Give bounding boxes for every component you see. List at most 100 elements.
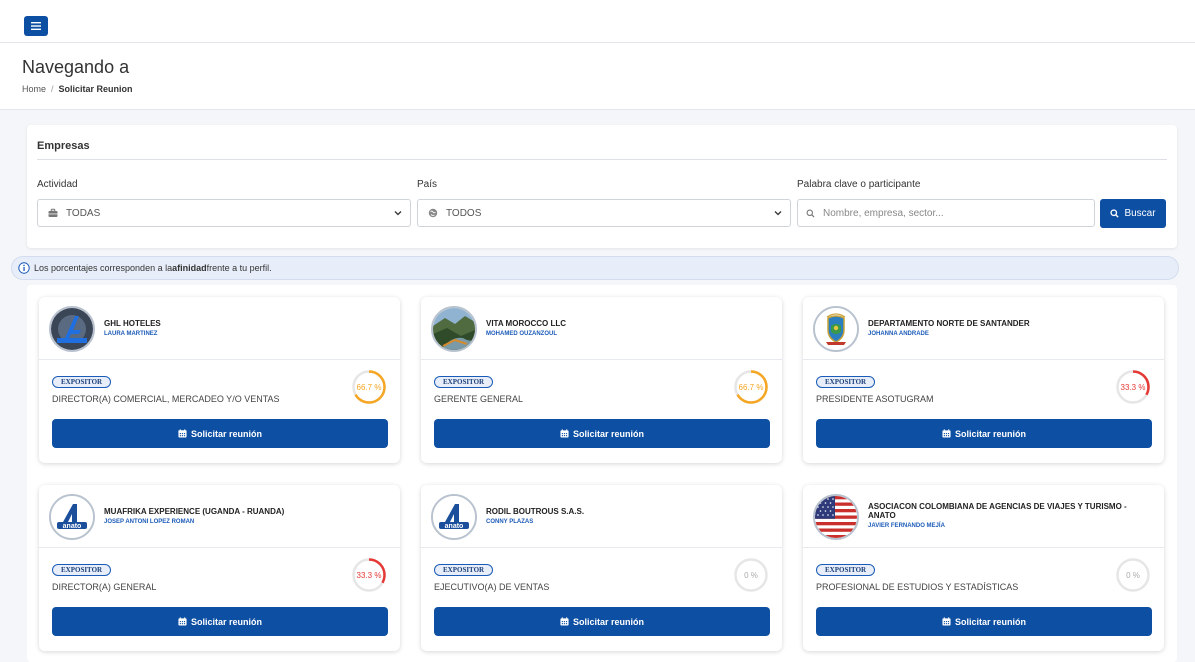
company-card: anato MUAFRIKA EXPERIENCE (UGANDA - RUAN… [39, 485, 400, 651]
card-divider [421, 359, 782, 360]
company-logo [813, 306, 859, 352]
card-divider [803, 547, 1164, 548]
chevron-down-icon [774, 211, 782, 216]
company-name: ASOCIACON COLOMBIANA DE AGENCIAS DE VIAJ… [868, 502, 1127, 520]
expositor-badge: EXPOSITOR [816, 564, 876, 576]
affinity-info-bar: Los porcentajes corresponden a la afinid… [11, 256, 1179, 280]
pais-label: País [417, 179, 438, 190]
company-logo: anato [431, 494, 477, 540]
affinity-gauge: 0 % [733, 557, 769, 593]
affinity-percent: 0 % [1126, 570, 1140, 580]
affinity-gauge: 66.7 % [351, 369, 387, 405]
contact-name: JAVIER FERNANDO MEJÍA [868, 523, 945, 529]
calendar-icon [178, 429, 187, 438]
actividad-select[interactable]: TODAS [37, 199, 411, 227]
anato-logo-icon: anato [433, 496, 475, 538]
calendar-icon [560, 617, 569, 626]
keyword-input[interactable]: Nombre, empresa, sector... [797, 199, 1095, 227]
affinity-percent: 66.7 % [356, 382, 382, 392]
calendar-icon [560, 429, 569, 438]
expositor-badge: EXPOSITOR [52, 564, 112, 576]
affinity-gauge: 66.7 % [733, 369, 769, 405]
card-divider [39, 359, 400, 360]
company-card: GHL HOTELES LAURA MARTINEZ EXPOSITOR DIR… [39, 297, 400, 463]
company-card: ASOCIACON COLOMBIANA DE AGENCIAS DE VIAJ… [803, 485, 1164, 651]
shield-emblem-icon [815, 308, 857, 350]
affinity-percent: 66.7 % [738, 382, 764, 392]
affinity-gauge: 33.3 % [351, 557, 387, 593]
info-text-bold: afinidad [172, 263, 207, 273]
calendar-icon [178, 617, 187, 626]
svg-text:anato: anato [445, 523, 464, 530]
search-icon [1110, 209, 1120, 218]
contact-name: JOHANNA ANDRADE [868, 331, 929, 337]
calendar-icon [942, 429, 951, 438]
company-name: MUAFRIKA EXPERIENCE (UGANDA - RUANDA) [104, 507, 285, 516]
hamburger-icon [31, 22, 41, 30]
contact-role: PRESIDENTE ASOTUGRAM [816, 394, 934, 404]
contact-role: GERENTE GENERAL [434, 394, 524, 404]
company-card: VITA MOROCCO LLC MOHAMED OUZANZOUL EXPOS… [421, 297, 782, 463]
breadcrumb: Home / Solicitar Reunion [22, 84, 133, 94]
affinity-gauge: 33.3 % [1115, 369, 1151, 405]
expositor-badge: EXPOSITOR [434, 376, 494, 388]
page-header: Navegando a Home / Solicitar Reunion [0, 43, 1195, 110]
affinity-gauge: 0 % [1115, 557, 1151, 593]
company-card: anato RODIL BOUTROUS S.A.S. CONNY PLAZAS… [421, 485, 782, 651]
search-button-label: Buscar [1124, 208, 1156, 219]
svg-text:anato: anato [63, 523, 82, 530]
company-name: DEPARTAMENTO NORTE DE SANTANDER [868, 319, 1030, 328]
request-meeting-label: Solicitar reunión [572, 616, 644, 627]
company-logo [431, 306, 477, 352]
request-meeting-button[interactable]: Solicitar reunión [816, 419, 1152, 448]
contact-name: LAURA MARTINEZ [104, 331, 158, 337]
globe-icon [428, 208, 438, 218]
filters-divider [37, 159, 1167, 160]
anato-logo-icon: anato [51, 496, 93, 538]
company-logo [813, 494, 859, 540]
expositor-badge: EXPOSITOR [434, 564, 494, 576]
company-card: DEPARTAMENTO NORTE DE SANTANDER JOHANNA … [803, 297, 1164, 463]
request-meeting-button[interactable]: Solicitar reunión [52, 419, 388, 448]
expositor-badge: EXPOSITOR [816, 376, 876, 388]
request-meeting-button[interactable]: Solicitar reunión [816, 607, 1152, 636]
pais-value: TODOS [446, 207, 482, 219]
contact-name: CONNY PLAZAS [486, 519, 534, 525]
breadcrumb-current: Solicitar Reunion [58, 84, 133, 94]
request-meeting-label: Solicitar reunión [572, 428, 644, 439]
info-text-after: frente a tu perfil. [206, 263, 272, 273]
menu-toggle-button[interactable] [24, 16, 48, 36]
filters-panel: Empresas Actividad TODAS País TODOS Pala… [27, 125, 1177, 248]
keyword-label: Palabra clave o participante [797, 179, 921, 190]
request-meeting-label: Solicitar reunión [190, 616, 262, 627]
company-logo: anato [49, 494, 95, 540]
contact-role: DIRECTOR(A) GENERAL [52, 582, 157, 592]
company-name: GHL HOTELES [104, 319, 161, 328]
contact-role: DIRECTOR(A) COMERCIAL, MERCADEO Y/O VENT… [52, 394, 280, 404]
affinity-percent: 0 % [744, 570, 758, 580]
card-divider [803, 359, 1164, 360]
contact-role: EJECUTIVO(A) DE VENTAS [434, 582, 550, 592]
request-meeting-button[interactable]: Solicitar reunión [434, 419, 770, 448]
info-icon [18, 262, 30, 274]
request-meeting-button[interactable]: Solicitar reunión [434, 607, 770, 636]
request-meeting-button[interactable]: Solicitar reunión [52, 607, 388, 636]
breadcrumb-home[interactable]: Home [22, 84, 46, 94]
contact-name: JOSEP ANTONI LOPEZ ROMAN [104, 519, 195, 525]
info-text-before: Los porcentajes corresponden a la [34, 263, 173, 273]
affinity-percent: 33.3 % [356, 570, 382, 580]
request-meeting-label: Solicitar reunión [190, 428, 262, 439]
search-button[interactable]: Buscar [1100, 199, 1166, 228]
briefcase-icon [48, 208, 58, 217]
company-name: RODIL BOUTROUS S.A.S. [486, 507, 585, 516]
request-meeting-label: Solicitar reunión [954, 428, 1026, 439]
us-flag-icon [815, 496, 857, 538]
search-icon [806, 209, 815, 218]
top-bar [0, 0, 1195, 43]
contact-name: MOHAMED OUZANZOUL [486, 331, 557, 337]
company-name: VITA MOROCCO LLC [486, 319, 566, 328]
ghl-logo-icon [51, 308, 93, 350]
actividad-label: Actividad [37, 179, 78, 190]
pais-select[interactable]: TODOS [417, 199, 791, 227]
company-logo [49, 306, 95, 352]
